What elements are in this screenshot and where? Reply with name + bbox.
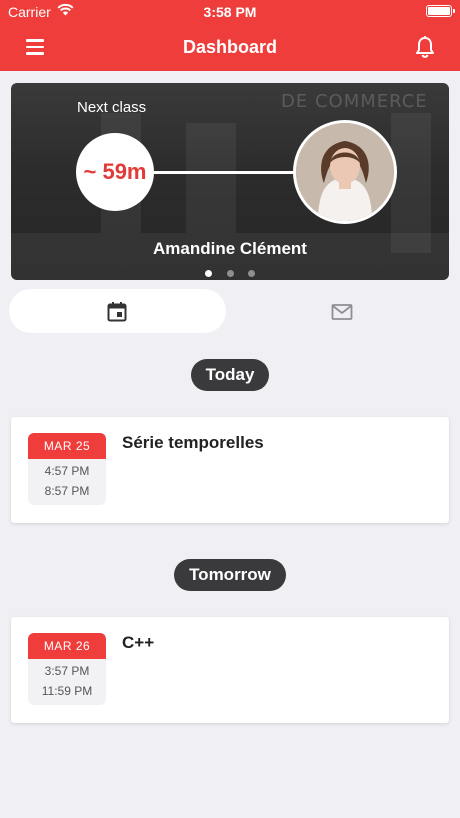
teacher-avatar bbox=[293, 120, 397, 224]
countdown-badge: ~ 59m bbox=[76, 133, 154, 211]
tab-messages[interactable] bbox=[234, 289, 451, 333]
event-date: MAR 26 bbox=[28, 633, 106, 659]
page-dot[interactable] bbox=[247, 270, 255, 277]
next-class-label: Next class bbox=[77, 99, 147, 116]
status-time: 3:58 PM bbox=[203, 4, 257, 20]
event-card[interactable]: MAR 25 4:57 PM 8:57 PM Série temporelles bbox=[11, 417, 449, 523]
background-sign-text: DE COMMERCE bbox=[281, 91, 428, 112]
page-dot[interactable] bbox=[205, 270, 213, 277]
tab-calendar[interactable] bbox=[9, 289, 226, 333]
connector-line bbox=[154, 171, 296, 174]
event-date-box: MAR 25 4:57 PM 8:57 PM bbox=[28, 433, 106, 505]
event-title: C++ bbox=[122, 633, 155, 652]
page-title: Dashboard bbox=[182, 37, 278, 57]
page-indicator[interactable] bbox=[11, 264, 449, 280]
section-label-tomorrow: Tomorrow bbox=[174, 559, 286, 591]
event-end-time: 11:59 PM bbox=[41, 684, 93, 698]
battery-icon bbox=[426, 5, 455, 17]
calendar-icon bbox=[107, 302, 127, 322]
event-start-time: 4:57 PM bbox=[44, 464, 90, 478]
event-title: Série temporelles bbox=[122, 433, 264, 452]
section-label-today: Today bbox=[191, 359, 269, 391]
event-card[interactable]: MAR 26 3:57 PM 11:59 PM C++ bbox=[11, 617, 449, 723]
bell-icon bbox=[416, 36, 434, 58]
event-start-time: 3:57 PM bbox=[44, 664, 90, 678]
mail-icon bbox=[331, 304, 353, 320]
event-date-box: MAR 26 3:57 PM 11:59 PM bbox=[28, 633, 106, 705]
next-class-card[interactable]: DE COMMERCE Next class ~ 59m Amandine Cl… bbox=[11, 83, 449, 280]
page-dot[interactable] bbox=[226, 270, 234, 277]
event-date: MAR 25 bbox=[28, 433, 106, 459]
status-bar: Carrier 3:58 PM bbox=[0, 0, 460, 24]
notifications-button[interactable] bbox=[412, 34, 438, 60]
app-header: Carrier 3:58 PM Dashboard bbox=[0, 0, 460, 71]
teacher-name: Amandine Clément bbox=[153, 239, 307, 258]
event-end-time: 8:57 PM bbox=[44, 484, 90, 498]
